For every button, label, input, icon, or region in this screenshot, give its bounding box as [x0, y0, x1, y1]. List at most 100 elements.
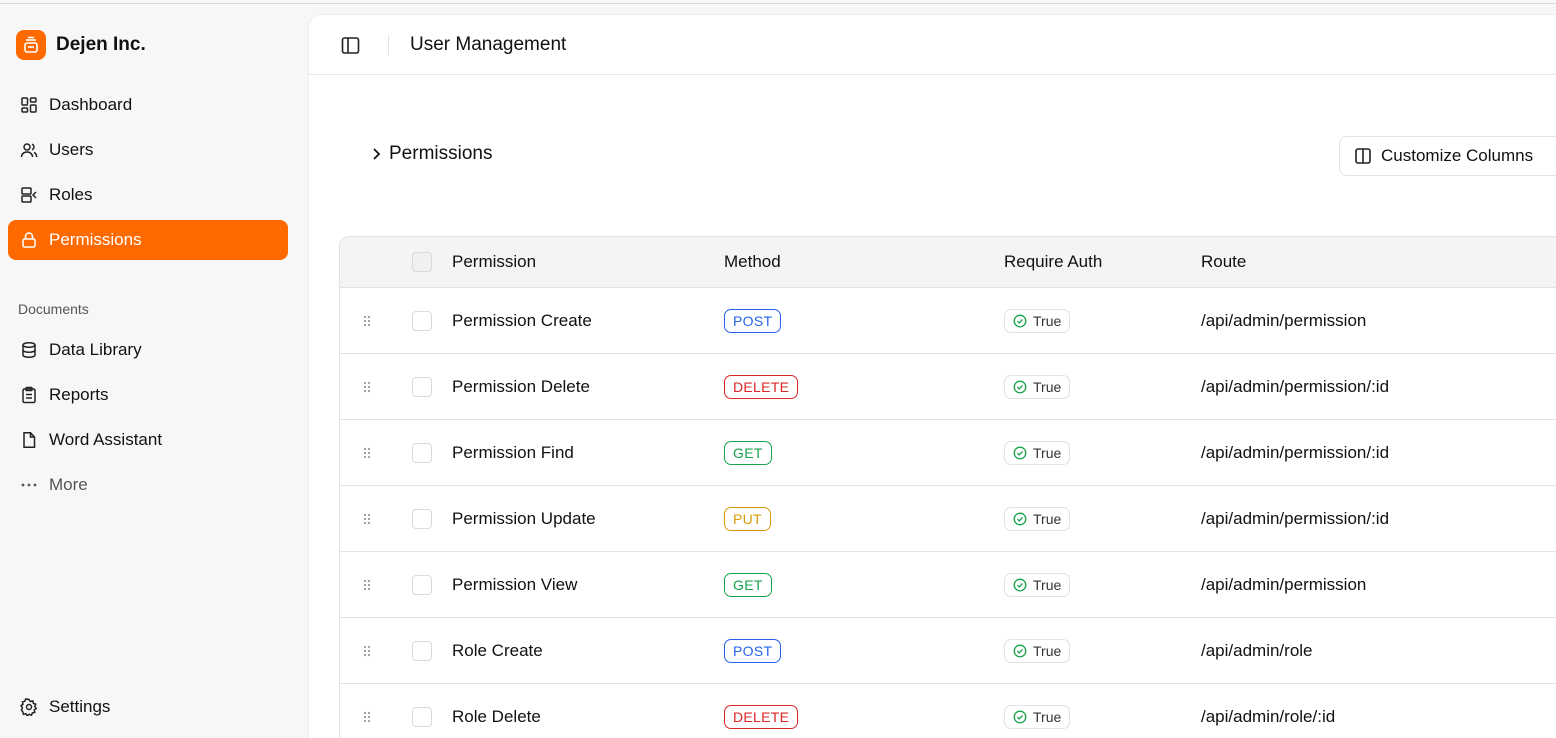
auth-cell: True: [1004, 618, 1071, 683]
table-row[interactable]: Permission Create POST True /api/admin/p…: [340, 288, 1556, 354]
drag-handle[interactable]: [360, 684, 376, 738]
permission-name: Permission Find: [452, 442, 574, 462]
panel-left-icon: [341, 36, 359, 54]
column-header-route[interactable]: Route: [1201, 237, 1246, 287]
row-checkbox[interactable]: [412, 706, 432, 727]
sidebar-item-label: Data Library: [49, 340, 142, 359]
sidebar-item-label: More: [49, 475, 88, 494]
method-badge: PUT: [724, 506, 771, 531]
route-path: /api/admin/role/:id: [1201, 706, 1336, 726]
auth-cell: True: [1004, 420, 1071, 485]
require-auth-value: True: [1033, 510, 1062, 527]
method-cell: DELETE: [724, 354, 799, 419]
sidebar-item-permissions[interactable]: Permissions: [8, 220, 288, 260]
drag-handle[interactable]: [360, 486, 376, 551]
sidebar-item-label: Dashboard: [49, 95, 133, 114]
method-badge: POST: [724, 638, 782, 663]
select-all-checkbox[interactable]: [412, 252, 432, 272]
drag-handle[interactable]: [360, 618, 376, 683]
grip-vertical-icon: [363, 513, 371, 524]
method-cell: PUT: [724, 486, 771, 551]
sidebar-item-data-library[interactable]: Data Library: [8, 330, 288, 370]
dashboard-icon: [21, 97, 37, 113]
grip-vertical-icon: [363, 381, 371, 392]
sidebar-item-label: Settings: [49, 697, 111, 716]
require-auth-value: True: [1033, 312, 1062, 329]
table-row[interactable]: Permission View GET True /api/admin/perm…: [340, 552, 1556, 618]
drag-handle[interactable]: [360, 288, 376, 353]
sidebar-item-word-assistant[interactable]: Word Assistant: [8, 420, 288, 460]
sidebar-toggle-button[interactable]: [339, 34, 361, 56]
route-path: /api/admin/permission/:id: [1201, 376, 1390, 396]
sidebar-item-settings[interactable]: Settings: [8, 687, 288, 727]
require-auth-badge: True: [1004, 572, 1071, 597]
permission-name: Permission Delete: [452, 376, 590, 396]
require-auth-badge: True: [1004, 308, 1071, 333]
permissions-section-toggle[interactable]: Permissions: [369, 143, 492, 165]
row-checkbox[interactable]: [412, 376, 432, 397]
table-row[interactable]: Role Create POST True /api/admin/role: [340, 618, 1556, 684]
route-path: /api/admin/permission: [1201, 574, 1367, 594]
table-row[interactable]: Permission Find GET True /api/admin/perm…: [340, 420, 1556, 486]
method-badge: POST: [724, 308, 782, 333]
gear-icon: [20, 698, 38, 716]
table-row[interactable]: Permission Delete DELETE True /api/admin…: [340, 354, 1556, 420]
sidebar-item-users[interactable]: Users: [8, 130, 288, 170]
auth-cell: True: [1004, 684, 1071, 738]
brand-logo-icon: [16, 30, 46, 60]
check-circle-icon: [1013, 710, 1027, 723]
require-auth-badge: True: [1004, 506, 1071, 531]
drag-handle[interactable]: [360, 354, 376, 419]
clipboard-icon: [22, 386, 36, 404]
check-circle-icon: [1013, 380, 1027, 393]
roles-icon: [21, 187, 37, 203]
require-auth-badge: True: [1004, 374, 1071, 399]
table-row[interactable]: Permission Update PUT True /api/admin/pe…: [340, 486, 1556, 552]
drag-handle[interactable]: [360, 420, 376, 485]
row-checkbox[interactable]: [412, 310, 432, 331]
column-header-require-auth[interactable]: Require Auth: [1004, 237, 1102, 287]
lock-icon: [22, 232, 36, 248]
sidebar-item-roles[interactable]: Roles: [8, 175, 288, 215]
row-checkbox[interactable]: [412, 640, 432, 661]
grip-vertical-icon: [363, 579, 371, 590]
permission-name: Role Delete: [452, 706, 541, 726]
require-auth-badge: True: [1004, 704, 1071, 729]
column-header-method[interactable]: Method: [724, 237, 781, 287]
row-checkbox-cell: [412, 420, 432, 485]
documents-section-label: Documents: [18, 301, 89, 317]
require-auth-value: True: [1033, 642, 1062, 659]
drag-handle[interactable]: [360, 552, 376, 617]
sidebar-item-more[interactable]: More: [8, 465, 288, 505]
route-path: /api/admin/permission/:id: [1201, 442, 1390, 462]
require-auth-value: True: [1033, 378, 1062, 395]
row-checkbox-cell: [412, 288, 432, 353]
table-row[interactable]: Role Delete DELETE True /api/admin/role/…: [340, 684, 1556, 738]
table-header: Permission Method Require Auth Route: [340, 237, 1556, 288]
check-circle-icon: [1013, 644, 1027, 657]
grip-vertical-icon: [363, 315, 371, 326]
brand[interactable]: Dejen Inc.: [16, 30, 146, 60]
method-cell: GET: [724, 552, 772, 617]
row-checkbox[interactable]: [412, 442, 432, 463]
database-icon: [22, 341, 36, 359]
check-circle-icon: [1013, 578, 1027, 591]
sidebar-item-dashboard[interactable]: Dashboard: [8, 85, 288, 125]
method-badge: DELETE: [724, 704, 799, 729]
method-badge: GET: [724, 572, 772, 597]
users-icon: [20, 143, 38, 158]
column-header-permission[interactable]: Permission: [452, 237, 536, 287]
permission-name: Role Create: [452, 640, 543, 660]
sidebar-item-label: Users: [49, 140, 94, 159]
check-circle-icon: [1013, 446, 1027, 459]
header-checkbox-cell: [412, 237, 432, 287]
row-checkbox[interactable]: [412, 508, 432, 529]
table-body: Permission Create POST True /api/admin/p…: [340, 288, 1556, 738]
auth-cell: True: [1004, 354, 1071, 419]
sidebar-item-reports[interactable]: Reports: [8, 375, 288, 415]
method-cell: GET: [724, 420, 772, 485]
customize-columns-button[interactable]: Customize Columns: [1339, 136, 1556, 176]
permission-name: Permission View: [452, 574, 578, 594]
row-checkbox[interactable]: [412, 574, 432, 595]
section-title: Permissions: [389, 143, 493, 164]
